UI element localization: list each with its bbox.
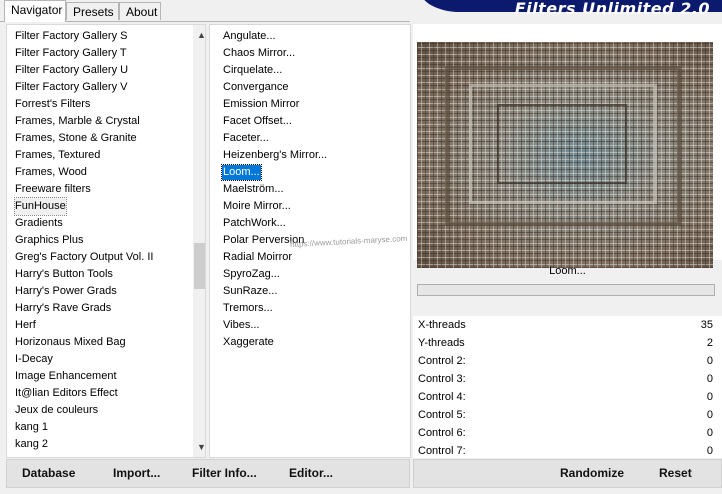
category-item[interactable]: Jeux de couleurs bbox=[15, 402, 98, 419]
category-item[interactable]: kang 2 bbox=[15, 436, 48, 453]
category-item[interactable]: Harry's Power Grads bbox=[15, 283, 117, 300]
editor-button[interactable]: Editor... bbox=[289, 460, 333, 487]
tab-presets[interactable]: Presets bbox=[66, 2, 119, 20]
left-button-bar: Database Import... Filter Info... Editor… bbox=[6, 459, 410, 488]
control-value: 2 bbox=[706, 337, 713, 349]
control-label: Control 2: bbox=[418, 355, 466, 367]
category-item[interactable]: Greg's Factory Output Vol. II bbox=[15, 249, 153, 266]
filter-name-label: Loom... bbox=[549, 265, 586, 277]
control-label: Control 7: bbox=[418, 445, 466, 457]
filter-item[interactable]: SpyroZag... bbox=[222, 267, 281, 282]
filter-item[interactable]: Loom... bbox=[221, 164, 262, 181]
control-value: 35 bbox=[700, 319, 713, 331]
control-row[interactable]: Control 5: 0 bbox=[417, 407, 715, 425]
control-label: X-threads bbox=[418, 319, 466, 331]
filter-item[interactable]: Heizenberg's Mirror... bbox=[222, 148, 328, 163]
filter-item[interactable]: Chaos Mirror... bbox=[222, 46, 296, 61]
category-item[interactable]: FunHouse bbox=[14, 197, 67, 216]
category-scrollbar[interactable]: ▲ ▼ bbox=[193, 25, 205, 457]
import-button[interactable]: Import... bbox=[113, 460, 160, 487]
filter-item[interactable]: Radial Moirror bbox=[222, 250, 293, 265]
control-value: 0 bbox=[706, 373, 713, 385]
filter-item[interactable]: SunRaze... bbox=[222, 284, 278, 299]
control-row[interactable]: Control 6: 0 bbox=[417, 425, 715, 443]
control-value: 0 bbox=[706, 409, 713, 421]
filter-item[interactable]: Tremors... bbox=[222, 301, 274, 316]
tab-about[interactable]: About bbox=[119, 2, 161, 20]
control-slider[interactable] bbox=[465, 378, 693, 380]
category-item[interactable]: Frames, Textured bbox=[15, 147, 100, 164]
category-item[interactable]: Filter Factory Gallery T bbox=[15, 45, 127, 62]
control-value: 0 bbox=[706, 355, 713, 367]
category-item[interactable]: Forrest's Filters bbox=[15, 96, 90, 113]
filter-item[interactable]: Moire Mirror... bbox=[222, 199, 292, 214]
control-slider[interactable] bbox=[465, 414, 693, 416]
category-item[interactable]: Image Enhancement bbox=[15, 368, 117, 385]
category-item[interactable]: Filter Factory Gallery U bbox=[15, 62, 128, 79]
control-row[interactable]: Y-threads 2 bbox=[417, 335, 715, 353]
brand-banner: Filters Unlimited 2.0 bbox=[420, 0, 722, 18]
tab-navigator[interactable]: Navigator bbox=[4, 0, 66, 22]
filter-item[interactable]: Cirquelate... bbox=[222, 63, 283, 78]
filter-item[interactable]: Faceter... bbox=[222, 131, 270, 146]
scroll-thumb[interactable] bbox=[194, 243, 205, 289]
control-label: Control 6: bbox=[418, 427, 466, 439]
control-slider[interactable] bbox=[465, 342, 693, 344]
category-item[interactable]: I-Decay bbox=[15, 351, 53, 368]
category-list[interactable]: ▲ ▼ Filter Factory Gallery S Filter Facto… bbox=[6, 24, 206, 458]
filter-item[interactable]: Facet Offset... bbox=[222, 114, 293, 129]
preview-frame-inner bbox=[497, 104, 627, 184]
filter-item[interactable]: Angulate... bbox=[222, 29, 277, 44]
control-label: Control 5: bbox=[418, 409, 466, 421]
category-item[interactable]: Frames, Stone & Granite bbox=[15, 130, 137, 147]
category-item[interactable]: kang 1 bbox=[15, 419, 48, 436]
category-item[interactable]: Gradients bbox=[15, 215, 63, 232]
filter-item[interactable]: Vibes... bbox=[222, 318, 261, 333]
control-label: Control 3: bbox=[418, 373, 466, 385]
category-item[interactable]: Herf bbox=[15, 317, 36, 334]
preview-panel bbox=[413, 24, 722, 268]
filter-item[interactable]: Emission Mirror bbox=[222, 97, 300, 112]
category-item[interactable]: Filter Factory Gallery S bbox=[15, 28, 127, 45]
randomize-button[interactable]: Randomize bbox=[560, 460, 624, 487]
control-row[interactable]: Control 3: 0 bbox=[417, 371, 715, 389]
control-label: Control 4: bbox=[418, 391, 466, 403]
progress-bar bbox=[417, 284, 715, 296]
control-label: Y-threads bbox=[418, 337, 465, 349]
filter-item[interactable]: PatchWork... bbox=[222, 216, 287, 231]
reset-button[interactable]: Reset bbox=[659, 460, 692, 487]
scroll-up-icon[interactable]: ▲ bbox=[193, 27, 205, 44]
filter-info-button[interactable]: Filter Info... bbox=[192, 460, 257, 487]
control-slider[interactable] bbox=[465, 450, 693, 452]
control-slider[interactable] bbox=[465, 324, 693, 326]
control-value: 0 bbox=[706, 391, 713, 403]
control-row[interactable]: Control 7: 0 bbox=[417, 443, 715, 458]
category-item[interactable]: Harry's Rave Grads bbox=[15, 300, 111, 317]
category-item[interactable]: Graphics Plus bbox=[15, 232, 83, 249]
control-value: 0 bbox=[706, 427, 713, 439]
right-button-bar: Randomize Reset bbox=[413, 459, 722, 488]
category-item[interactable]: Horizonaus Mixed Bag bbox=[15, 334, 126, 351]
scroll-down-icon[interactable]: ▼ bbox=[193, 439, 205, 456]
control-row[interactable]: X-threads 35 bbox=[417, 317, 715, 335]
category-item[interactable]: Filter Factory Gallery V bbox=[15, 79, 127, 96]
preview-image bbox=[417, 42, 713, 268]
control-slider[interactable] bbox=[465, 360, 693, 362]
filter-item[interactable]: Maelström... bbox=[222, 182, 285, 197]
filter-item[interactable]: Convergance bbox=[222, 80, 289, 95]
category-item[interactable]: Frames, Wood bbox=[15, 164, 87, 181]
banner-title: Filters Unlimited 2.0 bbox=[514, 0, 710, 18]
control-value: 0 bbox=[706, 445, 713, 457]
category-item[interactable]: Frames, Marble & Crystal bbox=[15, 113, 140, 130]
control-row[interactable]: Control 2: 0 bbox=[417, 353, 715, 371]
control-slider[interactable] bbox=[465, 432, 693, 434]
category-item[interactable]: It@lian Editors Effect bbox=[15, 385, 118, 402]
database-button[interactable]: Database bbox=[22, 460, 75, 487]
control-slider[interactable] bbox=[465, 396, 693, 398]
control-row[interactable]: Control 4: 0 bbox=[417, 389, 715, 407]
control-sliders: X-threads 35 Y-threads 2 Control 2: 0 Control … bbox=[413, 316, 722, 458]
category-item[interactable]: Harry's Button Tools bbox=[15, 266, 113, 283]
category-item[interactable]: Freeware filters bbox=[15, 181, 91, 198]
filter-item[interactable]: Xaggerate bbox=[222, 335, 275, 350]
